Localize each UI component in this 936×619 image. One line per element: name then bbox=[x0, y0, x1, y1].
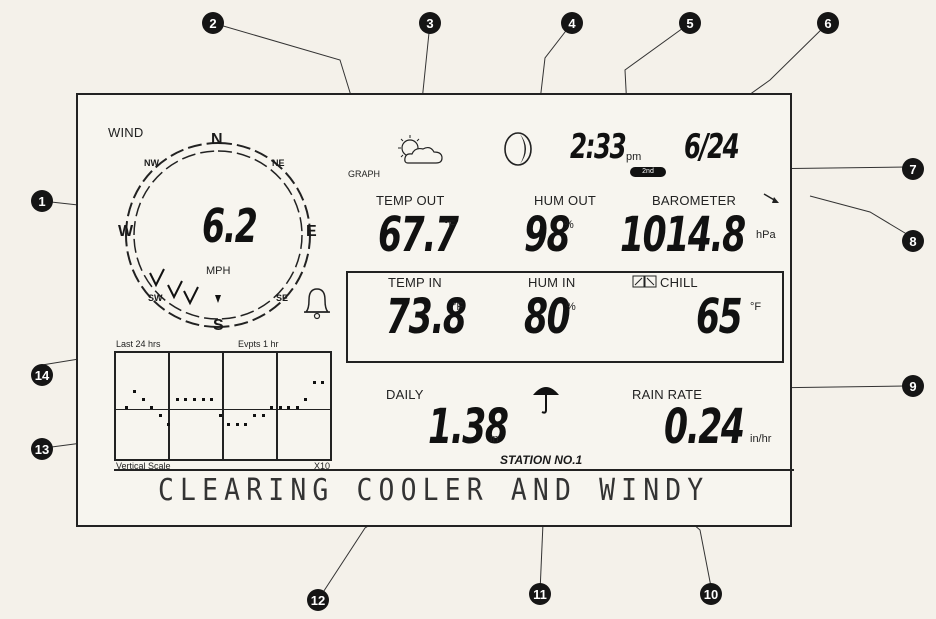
chill-label: CHILL bbox=[660, 275, 698, 290]
compass-se: SE bbox=[276, 293, 289, 303]
daily-rain-value: 1.38 bbox=[428, 399, 509, 455]
temp-out-label: TEMP OUT bbox=[376, 193, 445, 208]
moon-phase-icon bbox=[504, 132, 532, 166]
hum-out-value: 98 bbox=[524, 207, 571, 263]
graph-point bbox=[210, 398, 213, 401]
graph-gridline bbox=[222, 353, 224, 459]
graph-point bbox=[184, 398, 187, 401]
graph-point bbox=[219, 414, 222, 417]
callout-10: 10 bbox=[700, 583, 722, 605]
graph-point bbox=[287, 406, 290, 409]
callout-8: 8 bbox=[902, 230, 924, 252]
callout-5: 5 bbox=[679, 12, 701, 34]
compass-e: E bbox=[306, 223, 317, 240]
callout-14: 14 bbox=[31, 364, 53, 386]
callout-2: 2 bbox=[202, 12, 224, 34]
graph-point bbox=[193, 398, 196, 401]
graph-title: Last 24 hrs bbox=[116, 339, 161, 349]
callout-7: 7 bbox=[902, 158, 924, 180]
graph-point bbox=[133, 390, 136, 393]
history-graph bbox=[114, 351, 332, 461]
graph-point bbox=[125, 406, 128, 409]
graph-point bbox=[321, 381, 324, 384]
graph-point bbox=[236, 423, 239, 426]
time-ampm: pm bbox=[626, 151, 642, 163]
graph-point bbox=[202, 398, 205, 401]
time-minute: 33 bbox=[594, 127, 627, 167]
graph-point bbox=[279, 406, 282, 409]
temp-in-label: TEMP IN bbox=[388, 275, 442, 290]
graph-point bbox=[227, 423, 230, 426]
lcd-display: WIND N NE E SE S SW W NW 6.2 MPH GRAPH 2… bbox=[76, 93, 794, 527]
pressure-trend-arrow-icon bbox=[763, 193, 779, 203]
graph-point bbox=[150, 406, 153, 409]
graph-point bbox=[270, 406, 273, 409]
callout-1: 1 bbox=[31, 190, 53, 212]
temp-out-unit: °F bbox=[444, 219, 456, 231]
graph-point bbox=[313, 381, 316, 384]
graph-gridline bbox=[168, 353, 170, 459]
forecast-text: CLEARING COOLER AND WINDY bbox=[158, 473, 710, 508]
graph-point bbox=[244, 423, 247, 426]
callout-13: 13 bbox=[31, 438, 53, 460]
date-value: 6/24 bbox=[684, 127, 740, 167]
graph-point bbox=[296, 406, 299, 409]
graph-midline bbox=[116, 409, 330, 410]
rain-rate-unit: in/hr bbox=[750, 433, 772, 445]
station-label: STATION NO.1 bbox=[500, 453, 583, 467]
day-indicator: 2nd bbox=[630, 167, 666, 177]
alarm-text: Evpts 1 hr bbox=[238, 339, 279, 349]
rain-rate-value: 0.24 bbox=[664, 399, 745, 455]
partly-cloudy-icon bbox=[398, 135, 443, 164]
compass-sw: SW bbox=[148, 293, 163, 303]
hum-in-label: HUM IN bbox=[528, 275, 576, 290]
graph-point bbox=[159, 414, 162, 417]
callout-4: 4 bbox=[561, 12, 583, 34]
graph-point bbox=[167, 423, 170, 426]
daily-rain-unit: in bbox=[490, 433, 499, 445]
umbrella-icon bbox=[533, 387, 559, 414]
callout-3: 3 bbox=[419, 12, 441, 34]
graph-point bbox=[176, 398, 179, 401]
graph-point bbox=[262, 414, 265, 417]
chill-value: 65 bbox=[696, 289, 743, 345]
forecast-divider bbox=[114, 469, 794, 471]
temp-in-unit: °F bbox=[452, 301, 464, 313]
chill-unit: °F bbox=[750, 301, 762, 313]
hum-in-value: 80 bbox=[524, 289, 571, 345]
wind-speed-value: 6.2 bbox=[202, 199, 258, 253]
compass-n: N bbox=[211, 131, 223, 148]
compass-ne: NE bbox=[272, 158, 285, 168]
callout-6: 6 bbox=[817, 12, 839, 34]
graph-point bbox=[304, 398, 307, 401]
compass-w: W bbox=[118, 223, 134, 240]
alarm-bell-icon bbox=[304, 288, 330, 320]
daily-rain-label: DAILY bbox=[386, 387, 424, 402]
compass-s: S bbox=[213, 317, 224, 334]
wind-speed-unit: MPH bbox=[206, 265, 231, 277]
graph-point bbox=[142, 398, 145, 401]
callout-12: 12 bbox=[307, 589, 329, 611]
barometer-unit: hPa bbox=[756, 229, 776, 241]
temp-out-value: 67.7 bbox=[378, 207, 459, 263]
graph-point bbox=[253, 414, 256, 417]
callout-11: 11 bbox=[529, 583, 551, 605]
hum-out-unit: % bbox=[564, 219, 574, 231]
chill-icon bbox=[632, 275, 657, 288]
callout-9: 9 bbox=[902, 375, 924, 397]
graph-gridline bbox=[276, 353, 278, 459]
hum-in-unit: % bbox=[566, 301, 576, 313]
graph-label: GRAPH bbox=[348, 169, 381, 179]
barometer-value: 1014.8 bbox=[620, 207, 746, 263]
barometer-label: BAROMETER bbox=[652, 193, 737, 208]
compass-nw: NW bbox=[144, 158, 159, 168]
time-hour: 2: bbox=[570, 127, 595, 167]
hum-out-label: HUM OUT bbox=[534, 193, 597, 208]
temp-in-value: 73.8 bbox=[386, 289, 467, 345]
